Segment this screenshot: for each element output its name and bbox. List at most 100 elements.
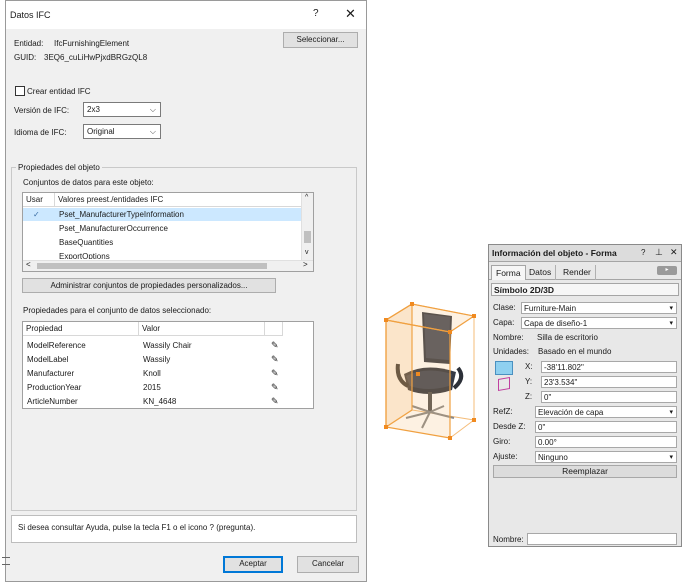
from-z-value: 0" (538, 423, 546, 432)
manage-property-sets-button[interactable]: Administrar conjuntos de propiedades per… (22, 278, 276, 293)
cancel-button[interactable]: Cancelar (297, 556, 359, 573)
class-label: Clase: (493, 303, 516, 312)
chevron-down-icon[interactable]: v (305, 249, 309, 256)
close-icon[interactable]: ✕ (345, 6, 356, 22)
layer-select[interactable]: Capa de diseño-1 ▾ (521, 317, 677, 329)
x-field[interactable]: -38'11.802" (541, 361, 677, 373)
vertical-scrollbar[interactable]: ^ v (301, 193, 313, 260)
create-entity-label: Crear entidad IFC (27, 87, 91, 96)
column-header-property[interactable]: Propiedad (23, 322, 139, 336)
position-2d-icon[interactable] (495, 361, 513, 375)
refz-label: RefZ: (493, 407, 513, 416)
footer-name-label: Nombre: (493, 535, 524, 544)
dataset-props-label: Propiedades para el conjunto de datos se… (23, 306, 212, 315)
object-properties-title: Propiedades del objeto (16, 163, 102, 172)
property-value[interactable]: Wassily Chair (143, 339, 192, 352)
expand-icon[interactable]: ▸ (657, 266, 677, 275)
column-header-value[interactable]: Valor (139, 322, 265, 336)
check-icon[interactable]: ✓ (33, 208, 40, 221)
fit-select[interactable]: Ninguno ▾ (535, 451, 677, 463)
footer-name-field[interactable] (527, 533, 677, 545)
units-value: Basado en el mundo (538, 347, 612, 356)
property-row[interactable]: ArticleNumber KN_4648 ✎ (23, 395, 313, 408)
pencil-icon[interactable]: ✎ (271, 353, 279, 366)
position-3d-icon[interactable] (498, 376, 510, 392)
resize-grip[interactable] (2, 557, 10, 565)
ifc-version-value: 2x3 (87, 105, 100, 114)
class-value: Furniture-Main (524, 304, 577, 313)
tab-datos[interactable]: Datos (525, 265, 557, 280)
z-label: Z: (525, 392, 533, 401)
class-select[interactable]: Furniture-Main ▾ (521, 302, 677, 314)
dataset-row[interactable]: ✓ Pset_ManufacturerTypeInformation (23, 208, 301, 221)
pencil-icon[interactable]: ✎ (271, 367, 279, 380)
refz-value: Elevación de capa (538, 408, 604, 417)
y-label: Y: (525, 377, 533, 386)
property-value[interactable]: Wassily (143, 353, 170, 366)
chevron-left-icon[interactable]: < (26, 260, 31, 269)
scroll-thumb[interactable] (304, 231, 311, 243)
pencil-icon[interactable]: ✎ (271, 381, 279, 394)
ok-button[interactable]: Aceptar (223, 556, 283, 573)
y-value: 23'3.534" (544, 378, 578, 387)
column-header-blank[interactable] (265, 322, 283, 336)
datasets-label: Conjuntos de datos para este objeto: (23, 178, 154, 187)
column-header-entity[interactable]: Valores preest./entidades IFC (55, 193, 303, 207)
property-row[interactable]: ProductionYear 2015 ✎ (23, 381, 313, 394)
help-button[interactable]: ? (313, 8, 319, 19)
select-button[interactable]: Seleccionar... (283, 32, 358, 48)
property-name: ProductionYear (27, 383, 82, 392)
rotation-field[interactable]: 0.00° (535, 436, 677, 448)
create-entity-checkbox[interactable] (15, 86, 25, 96)
scroll-thumb[interactable] (37, 263, 267, 269)
tab-forma[interactable]: Forma (491, 265, 526, 280)
dialog-titlebar: Datos IFC ? ✕ (6, 1, 366, 29)
column-header-use[interactable]: Usar (23, 193, 55, 207)
chevron-right-icon[interactable]: > (303, 260, 308, 269)
chevron-down-icon: ⌵ (149, 127, 156, 136)
palette-title: Información del objeto - Forma (492, 248, 617, 258)
chevron-down-icon: ▾ (669, 305, 673, 312)
ifc-data-dialog: Datos IFC ? ✕ Entidad: IfcFurnishingElem… (5, 0, 367, 582)
property-row[interactable]: Manufacturer Knoll ✎ (23, 367, 313, 380)
entity-label: Entidad: (14, 39, 44, 48)
guid-value: 3EQ6_cuLiHwPjxdBRGzQL8 (44, 53, 148, 62)
x-label: X: (525, 362, 533, 371)
rotation-label: Giro: (493, 437, 511, 446)
property-value[interactable]: KN_4648 (143, 395, 176, 408)
pin-icon[interactable]: ⊥ (655, 247, 663, 258)
pencil-icon[interactable]: ✎ (271, 395, 279, 408)
symbol-header: Símbolo 2D/3D (491, 283, 679, 296)
pencil-icon[interactable]: ✎ (271, 339, 279, 352)
layer-value: Capa de diseño-1 (524, 319, 588, 328)
close-icon[interactable]: ✕ (670, 247, 678, 258)
replace-button[interactable]: Reemplazar (493, 465, 677, 478)
horizontal-scrollbar[interactable]: < > (23, 260, 313, 271)
chevron-up-icon[interactable]: ^ (305, 194, 308, 201)
dataset-row[interactable]: Pset_ManufacturerOccurrence (23, 222, 301, 235)
office-chair-illustration[interactable] (382, 302, 478, 440)
from-z-label: Desde Z: (493, 422, 526, 431)
from-z-field[interactable]: 0" (535, 421, 677, 433)
units-label: Unidades: (493, 347, 530, 356)
y-field[interactable]: 23'3.534" (541, 376, 677, 388)
chevron-down-icon: ⌵ (149, 105, 156, 114)
dataset-row[interactable]: ExportOptions (23, 250, 301, 259)
property-value[interactable]: Knoll (143, 367, 161, 380)
dataset-name: BaseQuantities (59, 238, 114, 247)
ifc-version-select[interactable]: 2x3 ⌵ (83, 102, 161, 117)
palette-titlebar[interactable]: Información del objeto - Forma ? ⊥ ✕ (489, 245, 681, 262)
property-row[interactable]: ModelReference Wassily Chair ✎ (23, 339, 313, 352)
refz-select[interactable]: Elevación de capa ▾ (535, 406, 677, 418)
tab-render[interactable]: Render (559, 265, 596, 280)
palette-tabs: Forma Datos Render ▸ (489, 264, 681, 280)
z-field[interactable]: 0" (541, 391, 677, 403)
help-icon[interactable]: ? (641, 248, 645, 257)
entity-value: IfcFurnishingElement (54, 39, 130, 48)
dataset-row[interactable]: BaseQuantities (23, 236, 301, 249)
ifc-language-select[interactable]: Original ⌵ (83, 124, 161, 139)
property-value[interactable]: 2015 (143, 381, 161, 394)
chevron-down-icon: ▾ (669, 454, 673, 461)
property-row[interactable]: ModelLabel Wassily ✎ (23, 353, 313, 366)
chevron-down-icon: ▾ (669, 320, 673, 327)
